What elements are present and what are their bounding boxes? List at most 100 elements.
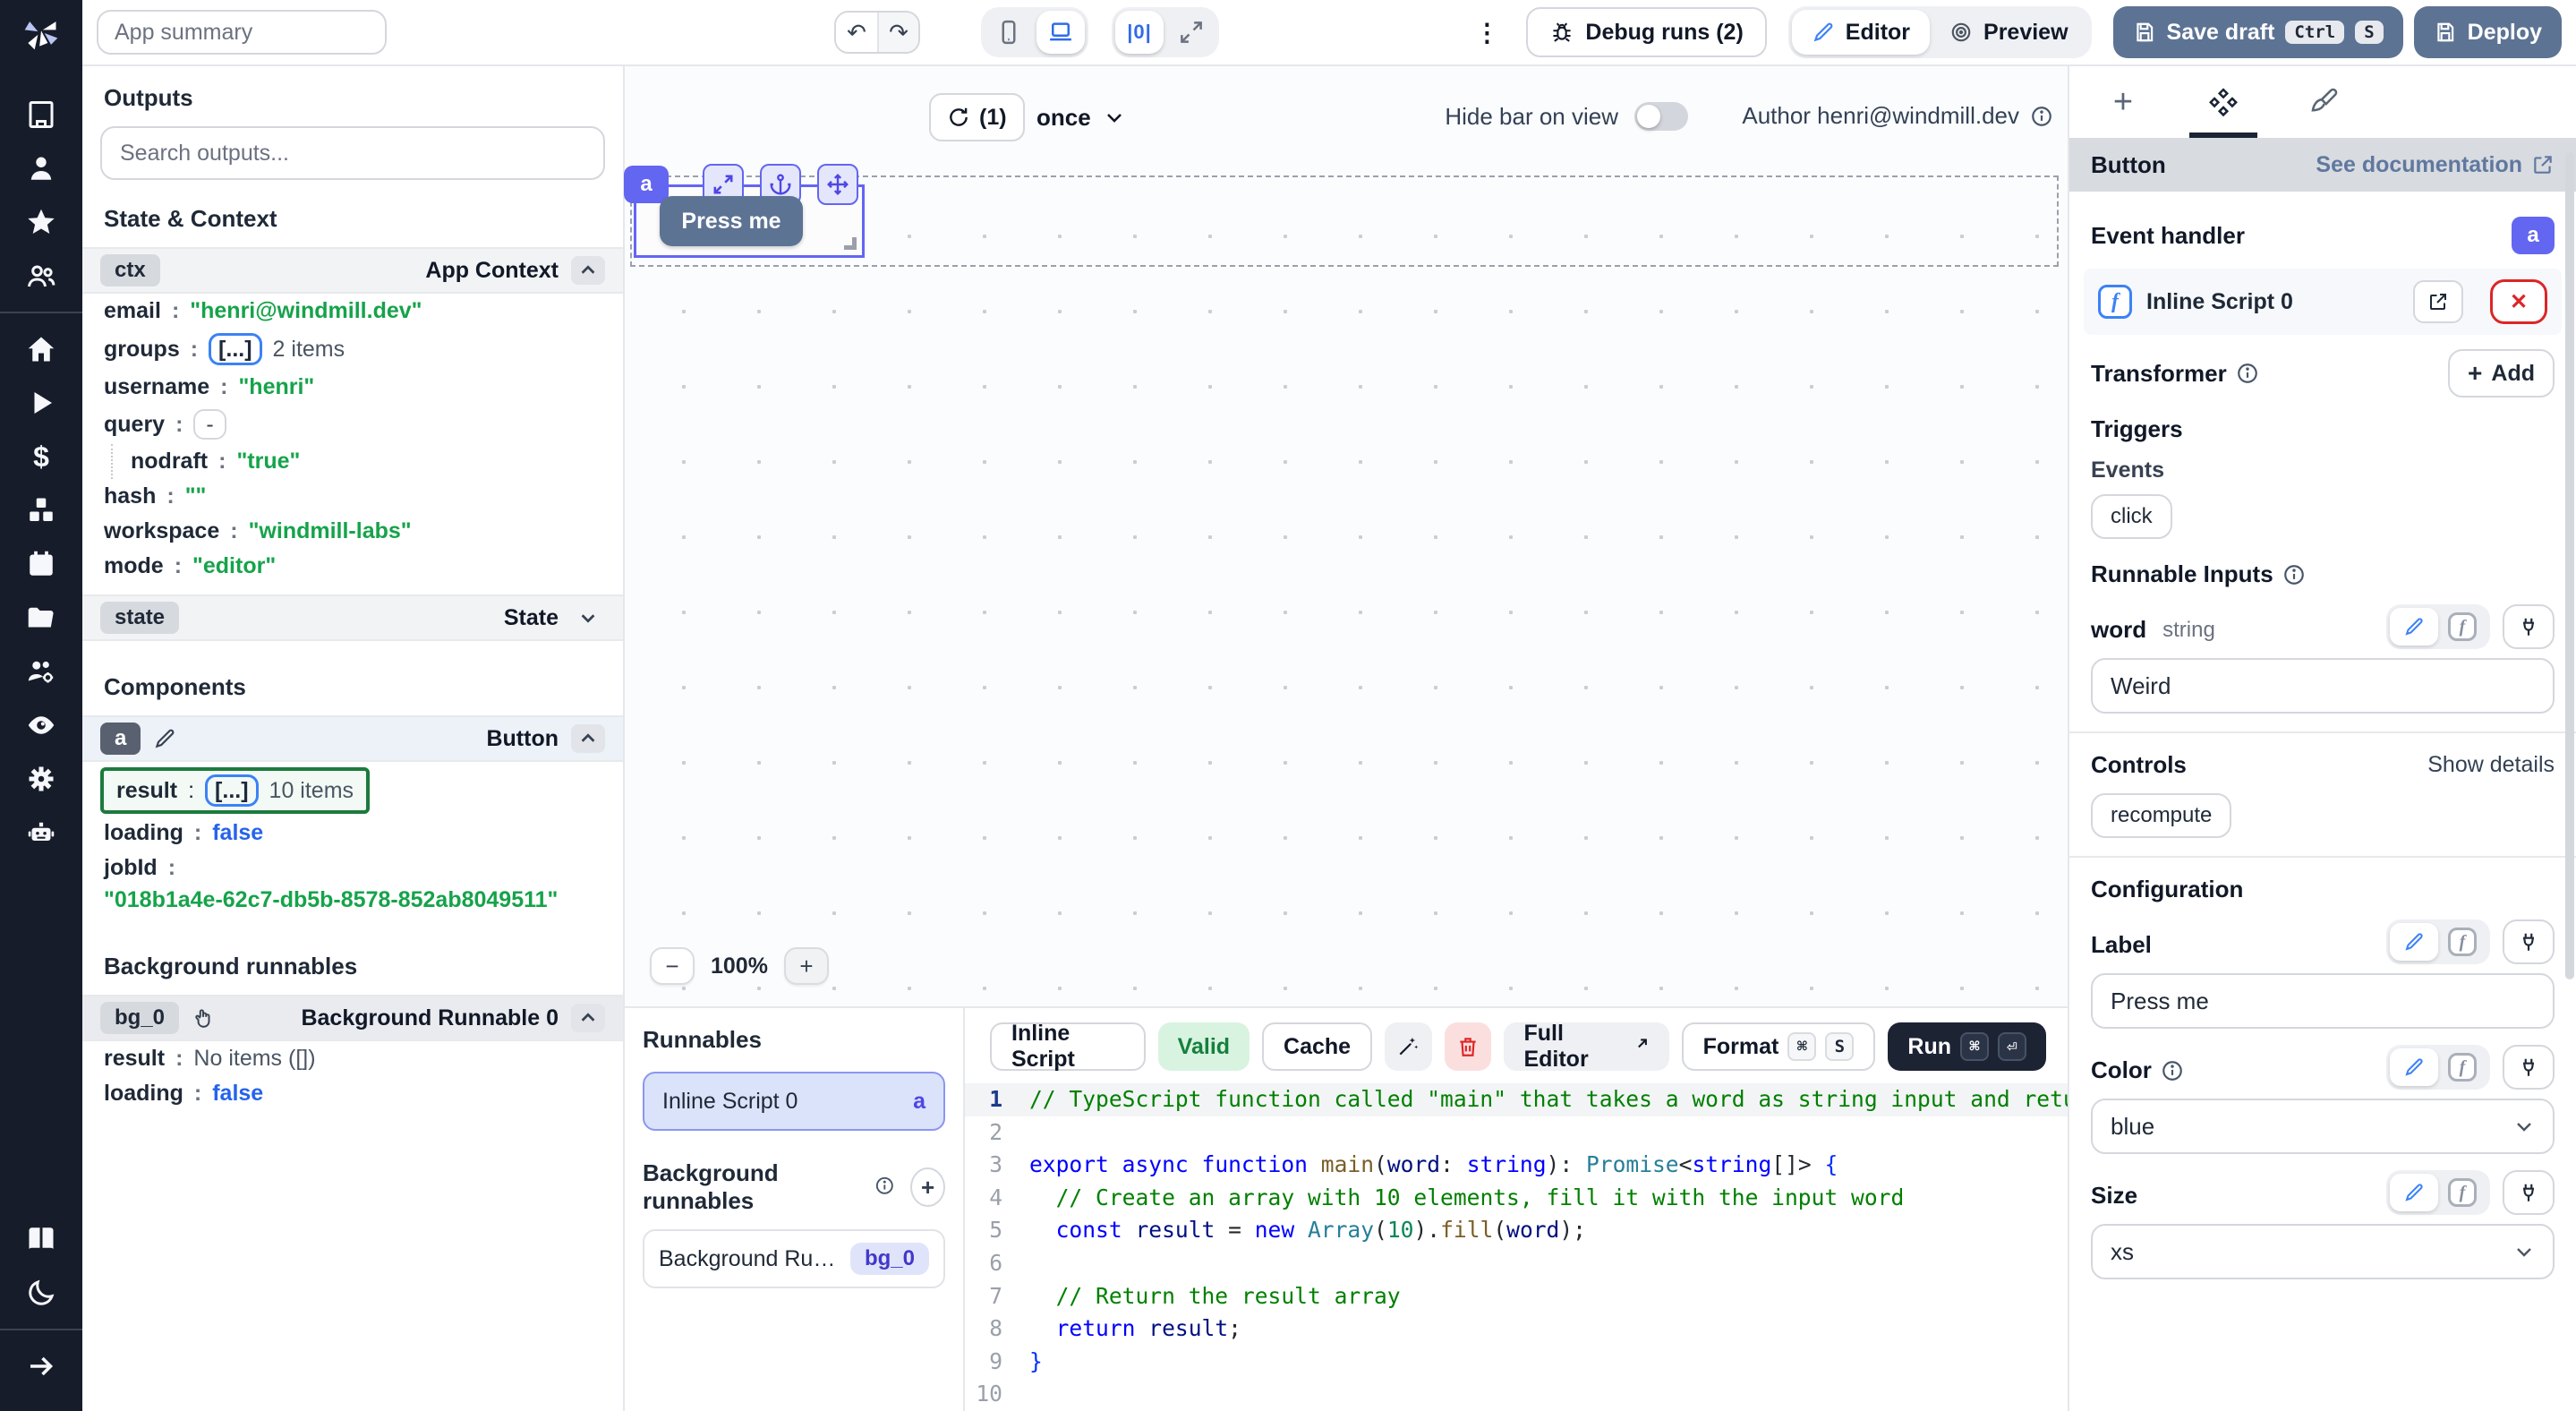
ctx-row-workspace[interactable]: workspace:"windmill-labs" bbox=[82, 514, 623, 549]
connect-plug-button[interactable] bbox=[2503, 604, 2555, 649]
windmill-logo-icon[interactable] bbox=[0, 0, 82, 66]
variables-dollar-icon[interactable]: $ bbox=[11, 430, 72, 483]
eval-mode-button[interactable]: f bbox=[2438, 608, 2486, 646]
show-details-link[interactable]: Show details bbox=[2427, 752, 2555, 778]
center-layout-button[interactable]: |0| bbox=[1115, 11, 1164, 54]
info-icon[interactable] bbox=[2161, 1059, 2184, 1082]
collapse-rail-arrow-icon[interactable] bbox=[11, 1339, 72, 1393]
app-canvas[interactable]: a Press me − 100% + bbox=[625, 170, 2068, 1006]
bg-runnable-item[interactable]: Background Runna... bg_0 bbox=[643, 1229, 945, 1288]
app-summary-input[interactable] bbox=[97, 10, 387, 55]
label-value-input[interactable] bbox=[2091, 973, 2555, 1029]
zoom-in-button[interactable]: + bbox=[784, 947, 829, 985]
preview-tab[interactable]: Preview bbox=[1930, 10, 2088, 55]
eval-mode-button[interactable]: f bbox=[2438, 1174, 2486, 1211]
ctx-row-query[interactable]: query:- bbox=[82, 405, 623, 444]
insert-component-tab[interactable]: + bbox=[2073, 66, 2173, 138]
ai-bot-icon[interactable] bbox=[11, 806, 72, 859]
static-mode-button[interactable] bbox=[2390, 1048, 2438, 1086]
delete-script-button[interactable] bbox=[1445, 1022, 1492, 1071]
styling-brush-tab[interactable] bbox=[2273, 66, 2374, 138]
bg0-collapse-button[interactable] bbox=[571, 1004, 605, 1032]
code-line[interactable]: 8 return result; bbox=[965, 1313, 2068, 1346]
move-handle[interactable] bbox=[817, 164, 858, 205]
user-icon[interactable] bbox=[11, 141, 72, 195]
rename-pencil-icon[interactable] bbox=[153, 727, 176, 750]
zoom-out-button[interactable]: − bbox=[650, 947, 695, 985]
code-line[interactable]: 9} bbox=[965, 1346, 2068, 1379]
component-a-result-row[interactable]: result: [...] 10 items bbox=[100, 767, 370, 814]
component-tag-badge[interactable]: a bbox=[624, 166, 669, 203]
component-a-jobid-row[interactable]: jobId: bbox=[82, 851, 623, 885]
add-transformer-button[interactable]: +Add bbox=[2448, 349, 2555, 398]
recompute-chip[interactable]: recompute bbox=[2091, 793, 2231, 838]
info-icon[interactable] bbox=[2236, 362, 2259, 385]
info-icon[interactable] bbox=[2282, 563, 2306, 586]
component-a-collapse-button[interactable] bbox=[571, 724, 605, 753]
audit-eye-icon[interactable] bbox=[11, 698, 72, 752]
resources-cubes-icon[interactable] bbox=[11, 483, 72, 537]
remove-script-button[interactable]: ✕ bbox=[2490, 279, 2547, 324]
code-line[interactable]: 3export async function main(word: string… bbox=[965, 1149, 2068, 1182]
connect-plug-button[interactable] bbox=[2503, 1045, 2555, 1090]
state-collapse-button[interactable] bbox=[571, 603, 605, 632]
runs-play-icon[interactable] bbox=[11, 376, 72, 430]
fullwidth-layout-button[interactable] bbox=[1167, 11, 1215, 54]
static-mode-button[interactable] bbox=[2390, 923, 2438, 961]
redo-button[interactable]: ↷ bbox=[877, 13, 918, 52]
folders-icon[interactable] bbox=[11, 591, 72, 645]
ctx-row-nodraft[interactable]: nodraft:"true" bbox=[111, 444, 623, 479]
component-settings-tab[interactable] bbox=[2173, 66, 2273, 138]
bg0-result-row[interactable]: result:No items ([]) bbox=[82, 1041, 623, 1076]
add-bg-runnable-button[interactable]: + bbox=[910, 1167, 945, 1207]
ctx-row-username[interactable]: username:"henri" bbox=[82, 370, 623, 405]
static-mode-button[interactable] bbox=[2390, 608, 2438, 646]
editor-tab[interactable]: Editor bbox=[1792, 10, 1930, 55]
more-options-kebab-icon[interactable]: ⋮ bbox=[1460, 18, 1515, 47]
code-line[interactable]: 4 // Create an array with 10 elements, f… bbox=[965, 1182, 2068, 1215]
favorites-star-icon[interactable] bbox=[11, 195, 72, 249]
runnable-inline-script-item[interactable]: Inline Script 0 a bbox=[643, 1072, 945, 1131]
click-event-chip[interactable]: click bbox=[2091, 494, 2172, 539]
undo-button[interactable]: ↶ bbox=[836, 13, 877, 52]
open-script-button[interactable] bbox=[2413, 280, 2463, 323]
code-line[interactable]: 1// TypeScript function called "main" th… bbox=[965, 1083, 2068, 1116]
color-select[interactable]: blue bbox=[2091, 1099, 2555, 1154]
ctx-row-email[interactable]: email:"henri@windmill.dev" bbox=[82, 294, 623, 329]
code-line[interactable]: 7 // Return the result array bbox=[965, 1280, 2068, 1313]
mobile-view-button[interactable] bbox=[985, 11, 1033, 54]
desktop-view-button[interactable] bbox=[1036, 11, 1085, 54]
static-mode-button[interactable] bbox=[2390, 1174, 2438, 1211]
schedule-mode-select[interactable]: once bbox=[1036, 93, 1125, 141]
hide-bar-toggle[interactable] bbox=[1634, 102, 1688, 131]
settings-gear-icon[interactable] bbox=[11, 752, 72, 806]
bg0-section-header[interactable]: bg_0 Background Runnable 0 bbox=[82, 995, 623, 1041]
info-icon[interactable] bbox=[2030, 105, 2053, 128]
eval-mode-button[interactable]: f bbox=[2438, 1048, 2486, 1086]
cache-button[interactable]: Cache bbox=[1262, 1022, 1372, 1071]
save-draft-button[interactable]: Save draft Ctrl S bbox=[2113, 6, 2403, 58]
ctx-row-mode[interactable]: mode:"editor" bbox=[82, 549, 623, 584]
press-me-button[interactable]: Press me bbox=[660, 196, 803, 246]
docs-book-icon[interactable] bbox=[11, 1212, 72, 1266]
component-a-loading-row[interactable]: loading:false bbox=[82, 816, 623, 851]
full-editor-button[interactable]: Full Editor bbox=[1504, 1022, 1668, 1071]
event-handler-script-row[interactable]: f Inline Script 0 ✕ bbox=[2084, 269, 2562, 335]
word-value-input[interactable] bbox=[2091, 658, 2555, 714]
dark-mode-moon-icon[interactable] bbox=[11, 1266, 72, 1320]
ctx-row-groups[interactable]: groups:[...]2 items bbox=[82, 329, 623, 370]
ctx-section-header[interactable]: ctx App Context bbox=[82, 247, 623, 294]
code-line[interactable]: 2 bbox=[965, 1116, 2068, 1150]
expand-array-chip[interactable]: [...] bbox=[209, 333, 262, 365]
resize-handle[interactable] bbox=[844, 237, 857, 250]
size-select[interactable]: xs bbox=[2091, 1224, 2555, 1279]
home-icon[interactable] bbox=[11, 322, 72, 376]
code-line[interactable]: 10 bbox=[965, 1378, 2068, 1411]
deploy-button[interactable]: Deploy bbox=[2414, 6, 2562, 58]
eval-mode-button[interactable]: f bbox=[2438, 923, 2486, 961]
expand-array-chip[interactable]: [...] bbox=[205, 774, 259, 807]
ctx-row-hash[interactable]: hash:"" bbox=[82, 479, 623, 514]
format-button[interactable]: Format ⌘ S bbox=[1682, 1022, 1876, 1071]
script-name-button[interactable]: Inline Script bbox=[990, 1022, 1146, 1071]
connect-plug-button[interactable] bbox=[2503, 919, 2555, 964]
